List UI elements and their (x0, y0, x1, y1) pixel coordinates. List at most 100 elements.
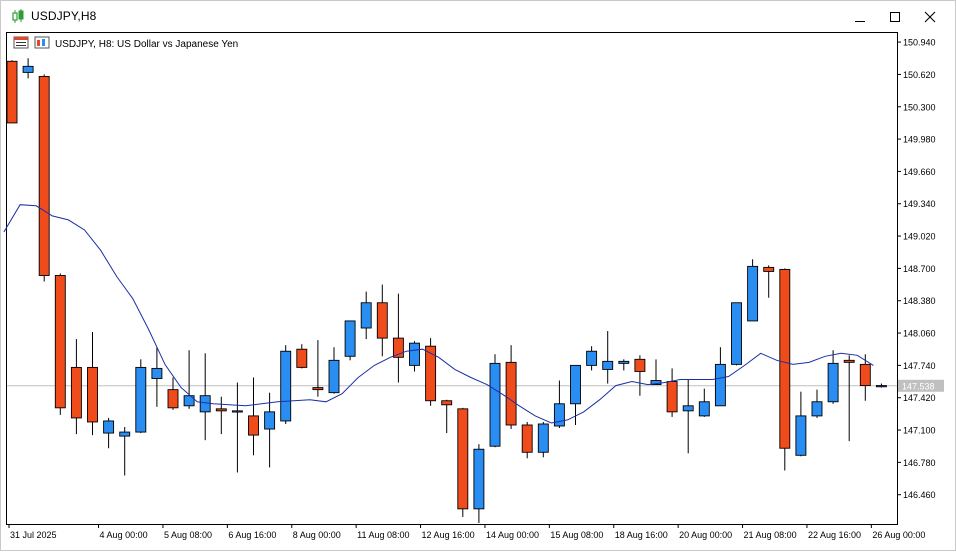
bear-candle-body (70, 366, 82, 419)
y-tick-label: 150.620 (903, 70, 936, 80)
bull-candle-body (698, 401, 710, 417)
bear-candle-body (167, 389, 179, 409)
x-tick-label: 15 Aug 08:00 (550, 530, 603, 540)
bear-candle-body (763, 266, 775, 272)
bull-candle-body (586, 350, 598, 366)
x-tick-label: 22 Aug 16:00 (808, 530, 861, 540)
bull-candle-body (231, 410, 243, 413)
x-tick-label: 18 Aug 16:00 (615, 530, 668, 540)
x-tick-label: 5 Aug 08:00 (164, 530, 212, 540)
chart-header-text: USDJPY, H8: US Dollar vs Japanese Yen (55, 39, 238, 50)
bear-candle-body (376, 302, 388, 339)
y-tick-label: 146.460 (903, 490, 936, 500)
price-chart[interactable]: USDJPY, H8: US Dollar vs Japanese Yen 15… (1, 32, 955, 550)
bear-candle-body (843, 359, 855, 363)
bear-candle-body (666, 381, 678, 413)
bear-candle-body (296, 348, 308, 368)
candle (54, 273, 66, 415)
bull-candle-body (875, 385, 887, 388)
bull-candle-body (714, 363, 726, 407)
bull-candle-body (264, 411, 276, 430)
maximize-icon (890, 11, 900, 22)
bear-candle-body (425, 345, 437, 402)
chart-window: USDJPY,H8 USDJPY, H8: US Dollar vs Japan… (0, 0, 956, 551)
bull-candle-body (747, 265, 759, 322)
candle (38, 74, 50, 282)
chart-area[interactable]: USDJPY, H8: US Dollar vs Japanese Yen 15… (1, 32, 955, 550)
candle (779, 268, 791, 471)
candle (457, 407, 469, 517)
y-tick-label: 148.380 (903, 296, 936, 306)
candle (537, 421, 549, 458)
bull-candle-body (103, 420, 115, 434)
bull-candle-body (151, 367, 163, 379)
x-tick-label: 8 Aug 00:00 (293, 530, 341, 540)
candle (747, 259, 759, 322)
bear-candle-body (312, 387, 324, 391)
bear-candle-body (248, 415, 259, 436)
y-tick-label: 148.060 (903, 329, 936, 339)
y-tick-label: 149.020 (903, 232, 936, 242)
y-tick-label: 150.300 (903, 102, 936, 112)
close-button[interactable] (913, 1, 947, 32)
x-tick-label: 6 Aug 16:00 (228, 530, 276, 540)
minimize-button[interactable] (843, 1, 877, 32)
y-tick-label: 146.780 (903, 458, 936, 468)
bull-candle-body (602, 360, 614, 370)
bull-candle-body (119, 431, 131, 437)
x-tick-label: 14 Aug 00:00 (486, 530, 539, 540)
bear-candle-body (215, 408, 227, 412)
bull-candle-body (827, 362, 839, 403)
chart-type-icon (34, 36, 50, 49)
bull-candle-body (135, 366, 147, 433)
close-icon (924, 11, 936, 22)
y-tick-label: 149.980 (903, 135, 936, 145)
maximize-button[interactable] (878, 1, 912, 32)
bull-candle-body (360, 302, 372, 329)
y-tick-label: 147.420 (903, 393, 936, 403)
y-tick-label: 149.340 (903, 199, 936, 209)
bull-candle-body (344, 320, 356, 357)
minimize-icon (855, 20, 865, 22)
bull-candle-body (553, 403, 565, 427)
y-tick-label: 149.660 (903, 167, 936, 177)
x-tick-label: 4 Aug 00:00 (100, 530, 148, 540)
bull-candle-body (473, 448, 485, 510)
bear-candle-body (634, 358, 646, 372)
bear-candle-body (505, 361, 517, 426)
x-tick-label: 21 Aug 08:00 (744, 530, 797, 540)
y-tick-label: 150.940 (903, 38, 936, 48)
bull-candle-body (489, 362, 501, 447)
bear-candle-body (457, 408, 469, 510)
x-tick-label: 20 Aug 00:00 (679, 530, 732, 540)
x-tick-label: 26 Aug 00:00 (872, 530, 925, 540)
bull-candle-body (199, 395, 211, 413)
title-bar[interactable]: USDJPY,H8 (1, 1, 955, 32)
bear-candle-body (521, 424, 533, 453)
candle (135, 359, 147, 434)
candle (280, 345, 292, 424)
candle (344, 320, 356, 361)
bear-candle-body (859, 363, 871, 387)
y-tick-label: 147.740 (903, 361, 936, 371)
current-price-label: 147.538 (902, 381, 935, 391)
candle (425, 338, 437, 406)
bull-candle-body (811, 401, 823, 417)
bull-candle-body (22, 65, 34, 73)
x-tick-label: 11 Aug 08:00 (357, 530, 409, 540)
bear-candle-body (38, 75, 50, 276)
bear-candle-body (87, 366, 98, 423)
candle (6, 60, 18, 124)
bull-candle-body (409, 342, 420, 366)
bull-candle-body (570, 364, 581, 405)
plot-frame (6, 32, 898, 525)
bull-candle-body (328, 359, 340, 394)
bull-candle-body (731, 302, 742, 365)
bear-candle-body (779, 268, 791, 449)
window-title: USDJPY,H8 (31, 9, 97, 23)
x-tick-label: 31 Jul 2025 (10, 530, 57, 540)
bear-candle-body (54, 275, 66, 409)
bear-candle-body (6, 60, 18, 124)
chart-candles-icon (12, 9, 24, 23)
bear-candle-body (441, 400, 453, 406)
